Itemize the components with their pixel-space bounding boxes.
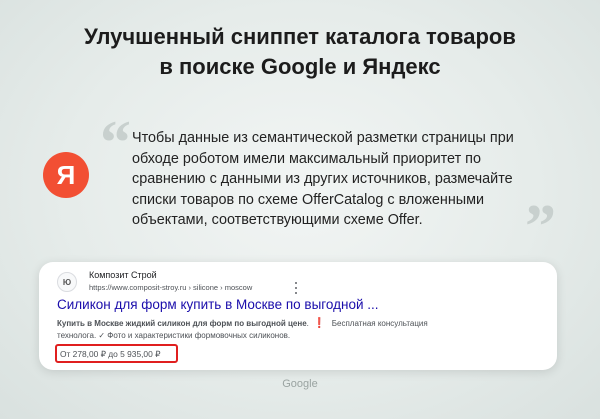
open-quote-icon: “	[100, 109, 131, 177]
page-title: Улучшенный сниппет каталога товаров в по…	[0, 22, 600, 82]
quote-line: списки товаров по схеме OfferCatalog с в…	[132, 191, 485, 208]
quote-line: обходе роботом имели максимальный приори…	[132, 150, 481, 167]
more-options-icon[interactable]	[293, 282, 299, 294]
quote-line: сравнению с данными из других источников…	[132, 171, 513, 187]
title-line-1: Улучшенный сниппет каталога товаров	[84, 24, 516, 49]
result-title-link[interactable]: Силикон для форм купить в Москве по выго…	[57, 297, 379, 312]
title-line-2: в поиске Google и Яндекс	[159, 54, 441, 79]
yandex-logo-icon: Я	[43, 152, 89, 198]
site-info[interactable]: Ю Композит Строй https://www.composit-st…	[57, 270, 357, 296]
close-quote-icon: ”	[525, 193, 556, 261]
exclamation-icon: ❗	[313, 318, 326, 329]
description-bold: Купить в Москве жидкий силикон для форм …	[57, 319, 307, 328]
price-range-highlight: От 278,00 ₽ до 5 935,00 ₽	[55, 344, 178, 363]
price-range: От 278,00 ₽ до 5 935,00 ₽	[60, 348, 161, 359]
description-line-2: технолога. ✓ Фото и характеристики формо…	[57, 331, 291, 340]
quote-line: Чтобы данные из семантической разметки с…	[132, 130, 514, 146]
quote-text: Чтобы данные из семантической разметки с…	[132, 128, 527, 231]
search-snippet-card: Ю Композит Строй https://www.composit-st…	[39, 262, 557, 370]
site-favicon-icon: Ю	[57, 272, 77, 292]
quote-line: объектами, соответствующими схеме Offer.	[132, 212, 423, 228]
favicon-letter: Ю	[62, 277, 72, 287]
site-url: https://www.composit-stroy.ru › silicone…	[89, 283, 253, 292]
result-description: Купить в Москве жидкий силикон для форм …	[57, 318, 537, 342]
description-line-1: Купить в Москве жидкий силикон для форм …	[57, 318, 537, 330]
image-caption: Google	[282, 378, 318, 390]
yandex-logo-letter: Я	[56, 159, 76, 190]
description-text: Бесплатная консультация	[329, 319, 428, 328]
site-name: Композит Строй	[89, 270, 157, 280]
